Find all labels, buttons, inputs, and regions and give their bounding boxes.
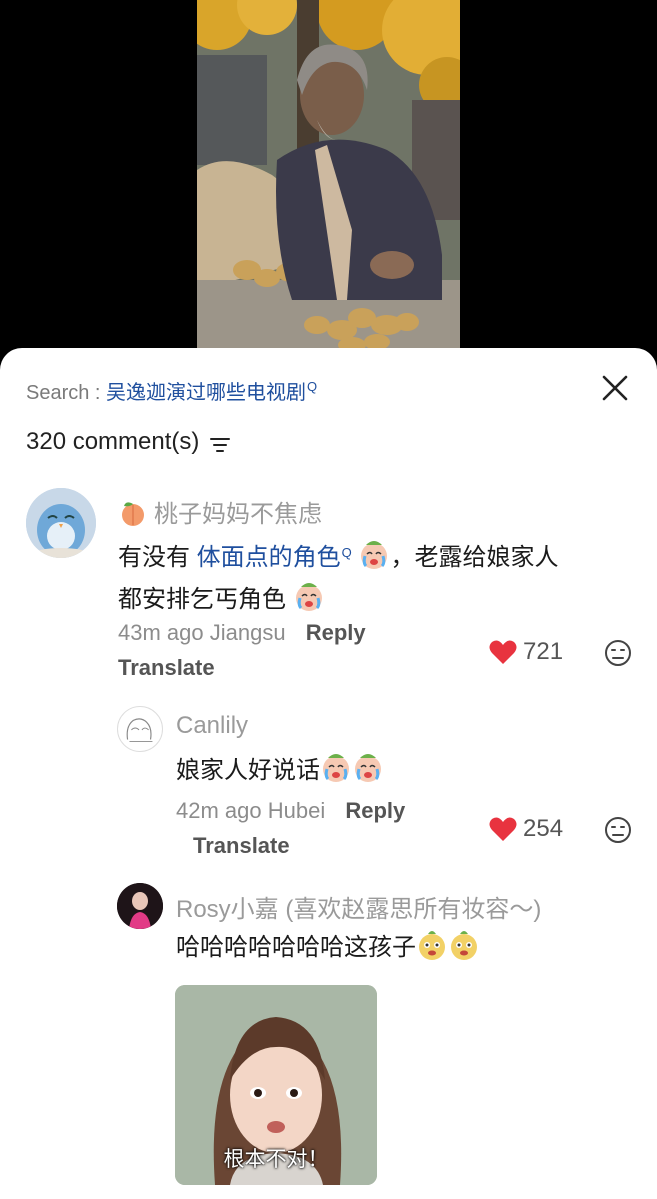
reply-button[interactable]: Reply — [306, 620, 366, 645]
comment-count: 320 comment(s) — [26, 428, 200, 455]
unhappy-face-icon — [605, 640, 631, 666]
comment-text: 哈哈哈哈哈哈哈这孩子 — [176, 927, 480, 969]
search-icon: Q — [307, 379, 318, 394]
dislike-button[interactable] — [604, 816, 632, 844]
comment-sheet: Search : 吴逸迦演过哪些电视剧Q 320 comment(s) 桃子妈妈… — [0, 348, 657, 1199]
comment-text: 娘家人好说话 — [176, 750, 384, 792]
avatar[interactable] — [117, 883, 163, 929]
close-button[interactable] — [600, 373, 630, 403]
search-query[interactable]: 吴逸迦演过哪些电视剧 — [106, 382, 306, 404]
search-link[interactable]: 体面点的角色 — [197, 544, 341, 571]
search-label: Search : — [26, 382, 107, 404]
comment-username[interactable]: Rosy小嘉 (喜欢赵露思所有妆容～) — [176, 889, 541, 924]
funny-face-emoji-icon — [419, 931, 445, 960]
reply-button[interactable]: Reply — [345, 798, 405, 823]
crying-emoji-icon — [361, 541, 388, 569]
owl-avatar-icon — [26, 488, 96, 558]
comment-text: 有没有 体面点的角色Q ，老露给娘家人 都安排乞丐角色 — [118, 532, 618, 621]
sketch-avatar-icon — [126, 718, 153, 742]
search-icon: Q — [341, 545, 352, 560]
comment-username[interactable]: 桃子妈妈不焦虑 — [118, 494, 322, 529]
dislike-button[interactable] — [604, 639, 632, 667]
sort-filter-icon[interactable] — [209, 433, 231, 452]
video-player[interactable] — [197, 0, 460, 352]
peach-emoji-icon — [122, 502, 144, 526]
sticker-caption: 根本不对！ — [223, 1148, 329, 1171]
crying-emoji-icon — [295, 583, 322, 611]
like-button[interactable]: 721 — [489, 638, 563, 666]
translate-button[interactable]: Translate — [118, 655, 215, 681]
comment-meta: 43m ago Jiangsu Reply — [118, 620, 366, 645]
sticker-image[interactable]: 根本不对！ — [175, 985, 377, 1185]
translate-button[interactable]: Translate — [193, 833, 290, 859]
unhappy-face-icon — [605, 817, 631, 843]
funny-face-emoji-icon — [451, 931, 477, 960]
comment-count-row: 320 comment(s) — [26, 428, 231, 456]
like-count: 721 — [523, 638, 564, 665]
video-frame — [197, 0, 460, 352]
like-button[interactable]: 254 — [489, 815, 563, 843]
crying-emoji-icon — [323, 754, 349, 782]
crying-emoji-icon — [355, 754, 381, 782]
heart-icon — [489, 640, 517, 664]
person-avatar-icon — [117, 883, 163, 929]
search-suggestion[interactable]: Search : 吴逸迦演过哪些电视剧Q — [26, 376, 317, 405]
close-icon — [602, 375, 628, 401]
avatar[interactable] — [117, 706, 163, 752]
avatar[interactable] — [26, 488, 96, 558]
comment-username[interactable]: Canlily — [176, 712, 248, 740]
like-count: 254 — [523, 815, 564, 842]
comment-meta: 42m ago Hubei Reply — [176, 798, 406, 823]
heart-icon — [489, 817, 517, 841]
